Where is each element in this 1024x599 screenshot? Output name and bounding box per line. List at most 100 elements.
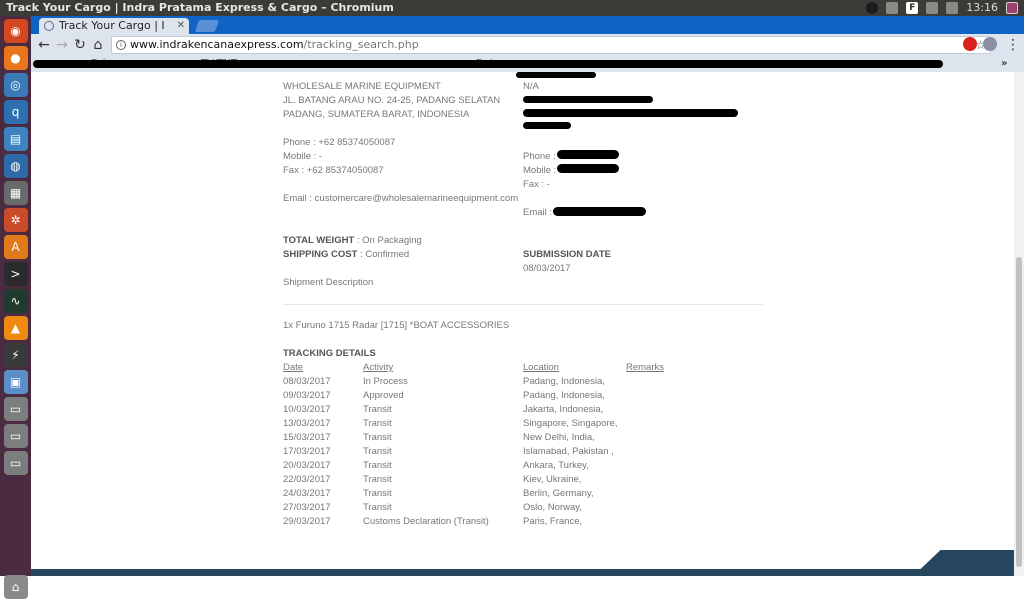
terminal-icon[interactable]: > xyxy=(3,262,28,286)
redaction-scribble xyxy=(557,164,619,173)
shipping-cost-label: SHIPPING COST xyxy=(283,249,358,260)
back-arrow-icon[interactable]: ← xyxy=(35,36,53,54)
extension-icon-2[interactable] xyxy=(983,37,997,51)
volume-icon[interactable] xyxy=(946,2,959,14)
power-icon[interactable] xyxy=(1006,2,1018,14)
tracking-date: 15/03/2017 xyxy=(283,432,331,443)
column-header-date: Date xyxy=(283,362,304,373)
bookmarks-bar: Drivers TV/TNT Dates » xyxy=(31,56,1024,72)
dropbox-icon[interactable] xyxy=(866,2,879,14)
drive-icon-1[interactable]: ▭ xyxy=(3,397,28,421)
tracking-activity: Customs Declaration (Transit) xyxy=(363,516,489,527)
tracking-date: 20/03/2017 xyxy=(283,460,331,471)
total-weight-label: TOTAL WEIGHT xyxy=(283,235,355,246)
tracking-location: Jakarta, Indonesia, xyxy=(523,404,604,415)
redaction-scribble xyxy=(523,96,653,103)
tracking-activity: Transit xyxy=(363,460,392,471)
tracking-date: 17/03/2017 xyxy=(283,446,331,457)
firefox-icon[interactable]: ● xyxy=(3,46,28,70)
footer-bar xyxy=(31,569,1014,576)
site-info-icon[interactable]: i xyxy=(116,40,126,50)
trash-icon[interactable]: ⌂ xyxy=(3,575,28,599)
chrome-icon[interactable]: ◍ xyxy=(3,154,28,178)
tracking-activity: Transit xyxy=(363,446,392,457)
browser-toolbar: ← → ↻ ⌂ i www.indrakencanaexpress.com/tr… xyxy=(31,34,1024,56)
reload-icon[interactable]: ↻ xyxy=(71,36,89,54)
tracking-date: 13/03/2017 xyxy=(283,418,331,429)
bookmarks-overflow-icon[interactable]: » xyxy=(1001,56,1007,72)
tracking-activity: Transit xyxy=(363,474,392,485)
address-bar[interactable]: i www.indrakencanaexpress.com/tracking_s… xyxy=(111,36,991,54)
new-tab-button[interactable] xyxy=(194,20,220,32)
url-path: /tracking_search.php xyxy=(303,38,419,51)
launcher: ◉ ● ◎ q ▤ ◍ ▦ ✲ A > ∿ ▲ ⚡ ▣ ▭ ▭ ▭ ⌂ xyxy=(0,16,31,599)
shipper-address-line2: PADANG, SUMATERA BARAT, INDONESIA xyxy=(283,109,470,120)
redaction-scribble xyxy=(523,109,738,117)
tracking-location: New Delhi, India, xyxy=(523,432,595,443)
qbittorrent-icon[interactable]: q xyxy=(3,100,28,124)
power-tool-icon[interactable]: ⚡ xyxy=(3,343,28,367)
vlc-icon[interactable]: ▲ xyxy=(3,316,28,340)
tracking-date: 08/03/2017 xyxy=(283,376,331,387)
receiver-company: N/A xyxy=(523,81,539,92)
redaction-scribble xyxy=(557,150,619,159)
receiver-phone: Phone : xyxy=(523,151,556,162)
shipment-description-label: Shipment Description xyxy=(283,277,374,288)
chromium-icon[interactable]: ◎ xyxy=(3,73,28,97)
forward-arrow-icon[interactable]: → xyxy=(53,36,71,54)
tab-close-icon[interactable]: ✕ xyxy=(177,18,185,34)
section-divider xyxy=(283,304,763,305)
shipper-phone: Phone : +62 85374050087 xyxy=(283,137,396,148)
redaction-scribble xyxy=(523,122,571,129)
window-title: Track Your Cargo | Indra Pratama Express… xyxy=(6,1,394,14)
tab-favicon-icon xyxy=(44,21,54,31)
software-center-icon[interactable]: A xyxy=(3,235,28,259)
extension-icon-1[interactable] xyxy=(963,37,977,51)
column-header-activity: Activity xyxy=(363,362,394,373)
tracking-location: Singapore, Singapore, xyxy=(523,418,618,429)
tab-title: Track Your Cargo | I xyxy=(59,19,165,32)
files-icon[interactable]: ▤ xyxy=(3,127,28,151)
clock[interactable]: 13:16 xyxy=(966,0,998,16)
battery-icon[interactable] xyxy=(926,2,939,14)
shipper-fax: Fax : +62 85374050087 xyxy=(283,165,384,176)
menu-icon[interactable]: ⋮ xyxy=(1004,36,1022,54)
tracking-location: Islamabad, Pakistan , xyxy=(523,446,614,457)
tracking-activity: Transit xyxy=(363,418,392,429)
network-icon[interactable] xyxy=(886,2,899,14)
page-scrollbar[interactable] xyxy=(1014,72,1024,576)
total-weight-value: : On Packaging xyxy=(354,235,422,246)
tracking-date: 09/03/2017 xyxy=(283,390,331,401)
submission-date-value: 08/03/2017 xyxy=(523,263,571,274)
keyboard-layout-icon[interactable]: F xyxy=(906,2,919,14)
tracking-location: Oslo, Norway, xyxy=(523,502,582,513)
tracking-date: 10/03/2017 xyxy=(283,404,331,415)
image-viewer-icon[interactable]: ▣ xyxy=(3,370,28,394)
scrollbar-thumb[interactable] xyxy=(1016,257,1022,567)
receiver-mobile: Mobile : xyxy=(523,165,557,176)
shipper-email: Email : customercare@wholesalemarineequi… xyxy=(283,193,519,204)
tracking-date: 27/03/2017 xyxy=(283,502,331,513)
ubuntu-home-icon[interactable]: ◉ xyxy=(3,19,28,43)
drive-icon-2[interactable]: ▭ xyxy=(3,424,28,448)
tracking-location: Kiev, Ukraine, xyxy=(523,474,582,485)
receiver-email: Email : xyxy=(523,207,553,218)
tracking-activity: Transit xyxy=(363,432,392,443)
shipper-mobile: Mobile : - xyxy=(283,151,323,162)
redaction-scribble xyxy=(33,60,943,68)
settings-icon[interactable]: ✲ xyxy=(3,208,28,232)
page-content: WHOLESALE MARINE EQUIPMENT JL. BATANG AR… xyxy=(31,72,1014,576)
tracking-activity: Transit xyxy=(363,404,392,415)
home-icon[interactable]: ⌂ xyxy=(89,36,107,54)
column-header-remarks: Remarks xyxy=(626,362,665,373)
drive-icon-3[interactable]: ▭ xyxy=(3,451,28,475)
tracking-date: 29/03/2017 xyxy=(283,516,331,527)
shipment-item: 1x Furuno 1715 Radar [1715] *BOAT ACCESS… xyxy=(283,320,510,331)
system-monitor-icon[interactable]: ∿ xyxy=(3,289,28,313)
shipping-cost: SHIPPING COST : Confirmed xyxy=(283,249,409,260)
tracking-location: Padang, Indonesia, xyxy=(523,390,605,401)
redaction-scribble xyxy=(516,72,596,78)
tab-track-your-cargo[interactable]: Track Your Cargo | I ✕ xyxy=(39,18,189,34)
calculator-icon[interactable]: ▦ xyxy=(3,181,28,205)
tracking-date: 22/03/2017 xyxy=(283,474,331,485)
